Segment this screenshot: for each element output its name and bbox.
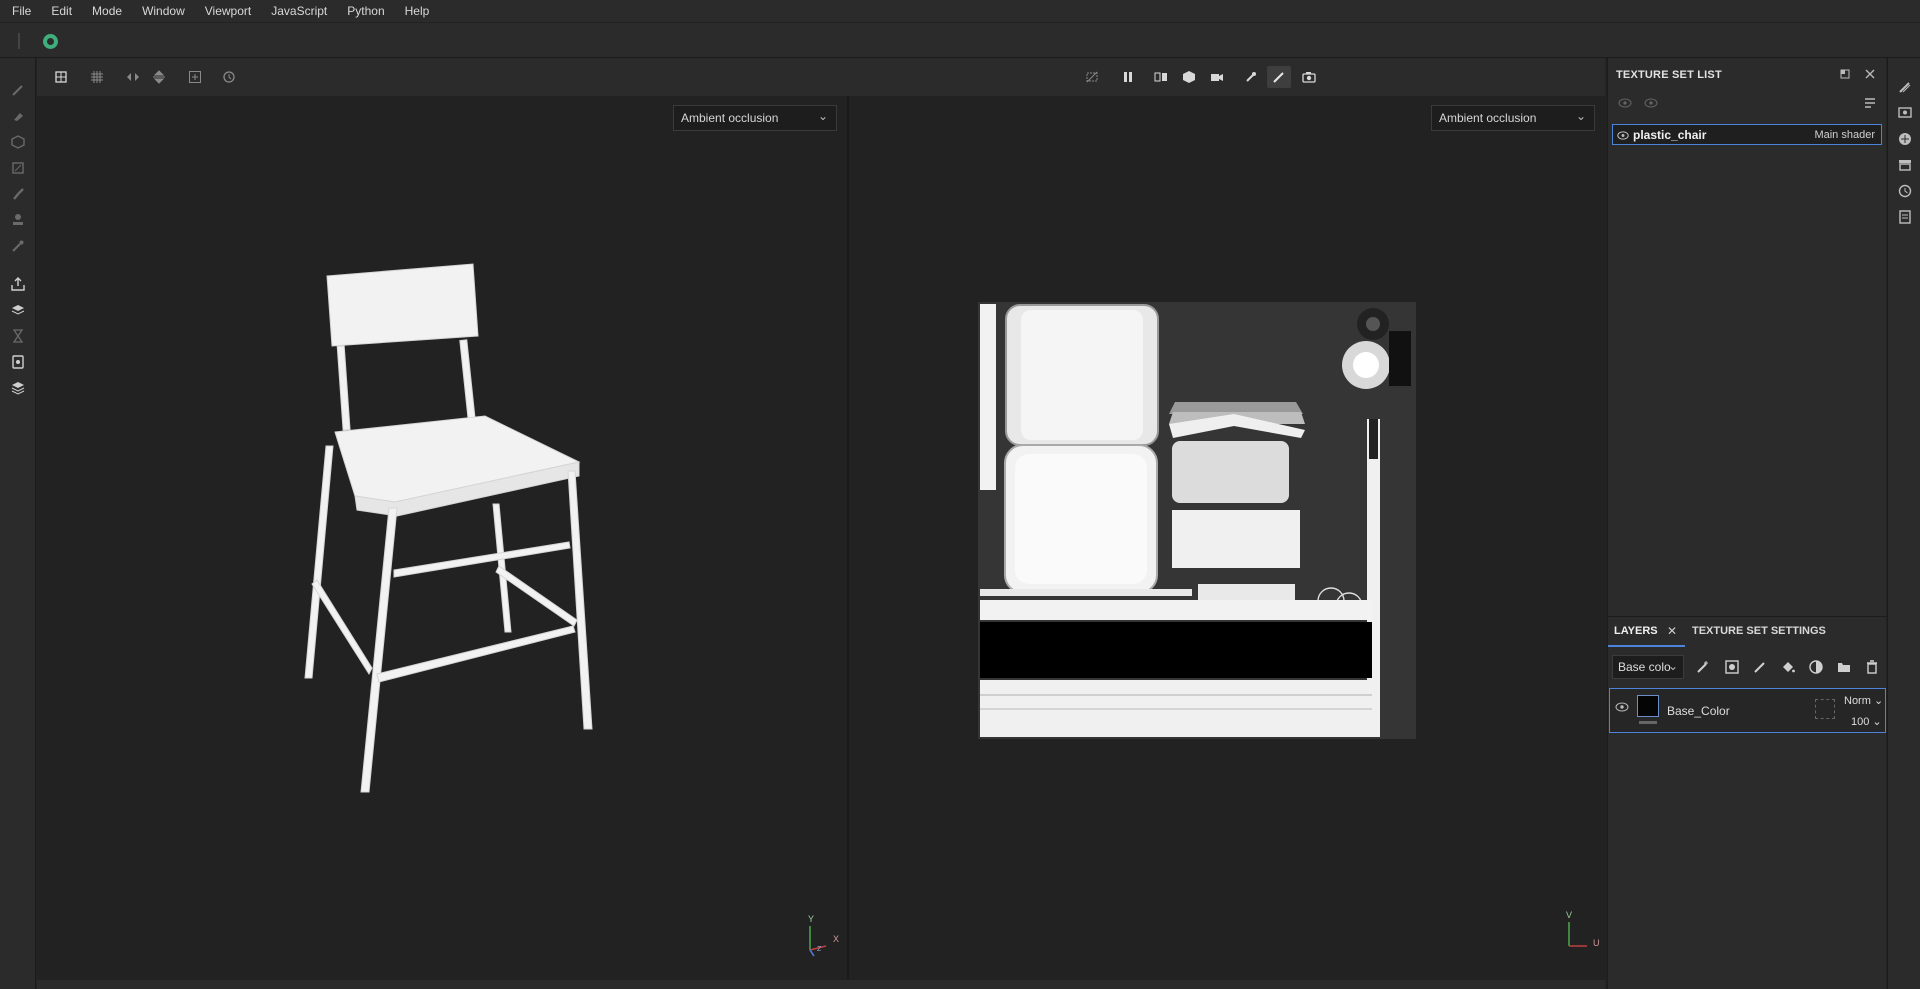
menu-python[interactable]: Python [341, 4, 398, 18]
hide-eye-icon[interactable] [1617, 95, 1633, 111]
hourglass-icon[interactable] [8, 326, 28, 346]
environment-icon[interactable] [1896, 130, 1914, 148]
layer-channel-value: Base colo [1618, 660, 1671, 674]
log-icon[interactable] [1896, 208, 1914, 226]
active-tab-indicator [1608, 645, 1685, 647]
display-settings-icon[interactable] [1896, 104, 1914, 122]
add-smart-material-icon[interactable] [1805, 657, 1827, 677]
menu-window[interactable]: Window [136, 4, 199, 18]
chair-3d-model [304, 263, 593, 793]
history-panel-icon[interactable] [1896, 182, 1914, 200]
channel-dropdown-2d[interactable]: Ambient occlusion ⌄ [1431, 105, 1595, 131]
close-panel-icon[interactable] [1862, 66, 1878, 82]
chevron-down-icon: ⌄ [1667, 659, 1678, 673]
toolbar-grip[interactable] [18, 33, 20, 49]
chevron-down-icon: ⌄ [817, 109, 828, 123]
texture-set-list-panel: TEXTURE SET LIST plastic_chair Main shad… [1607, 58, 1887, 989]
add-mask-icon[interactable] [1721, 657, 1743, 677]
list-settings-icon[interactable] [1862, 95, 1878, 111]
pause-icon[interactable] [1116, 66, 1140, 88]
close-tab-icon[interactable]: ✕ [1667, 624, 1677, 638]
viewport-3d[interactable]: Ambient occlusion ⌄ Y X Z [37, 96, 847, 982]
channel-dropdown-3d-value: Ambient occlusion [681, 111, 779, 125]
export-icon[interactable] [8, 274, 28, 294]
menu-edit[interactable]: Edit [45, 4, 86, 18]
delete-layer-icon[interactable] [1861, 657, 1883, 677]
add-fill-layer-icon[interactable] [1777, 657, 1799, 677]
symmetry-y-icon[interactable] [147, 66, 171, 88]
show-eye-icon[interactable] [1643, 95, 1659, 111]
select-geometry-icon[interactable] [49, 66, 73, 88]
bake-icon[interactable] [8, 300, 28, 320]
right-icon-strip [1887, 58, 1920, 989]
menu-bar: File Edit Mode Window Viewport JavaScrip… [0, 0, 1920, 22]
status-strip [37, 980, 1605, 989]
eraser-icon[interactable] [8, 106, 28, 126]
panel-title: TEXTURE SET LIST [1616, 69, 1722, 81]
menu-viewport[interactable]: Viewport [199, 4, 265, 18]
layer-opacity[interactable]: 100 ⌄ [1851, 715, 1882, 728]
axis-u-label: U [1593, 938, 1600, 948]
shelf-icon[interactable] [1896, 156, 1914, 174]
add-frame-icon[interactable] [183, 66, 207, 88]
layer-mask-slot[interactable] [1815, 699, 1835, 719]
library-icon[interactable] [8, 378, 28, 398]
camera-icon[interactable] [1205, 66, 1229, 88]
tab-layers[interactable]: LAYERS [1614, 625, 1658, 637]
channel-dropdown-3d[interactable]: Ambient occlusion ⌄ [673, 105, 837, 131]
visibility-eye-icon[interactable] [1617, 129, 1629, 143]
history-icon[interactable] [217, 66, 241, 88]
color-picker-icon[interactable] [8, 236, 28, 256]
projection-icon[interactable] [8, 132, 28, 152]
screenshot-icon[interactable] [1297, 66, 1321, 88]
menu-mode[interactable]: Mode [86, 4, 136, 18]
tab-texture-set-settings[interactable]: TEXTURE SET SETTINGS [1692, 625, 1826, 637]
float-panel-icon[interactable] [1837, 66, 1853, 82]
grid-icon[interactable] [85, 66, 109, 88]
add-folder-icon[interactable] [1833, 657, 1855, 677]
polygon-fill-icon[interactable] [8, 158, 28, 178]
axis-z-label: Z [817, 946, 822, 953]
layer-channel-dropdown[interactable]: Base colo ⌄ [1612, 655, 1684, 679]
layer-blend-value: Norm [1844, 695, 1871, 707]
cube-view-icon[interactable] [1177, 66, 1201, 88]
layer-blend-mode[interactable]: Norm ⌄ [1844, 694, 1883, 707]
brush-settings-icon[interactable] [1896, 78, 1914, 96]
app-logo-icon [43, 34, 58, 49]
light-icon[interactable] [1239, 66, 1263, 88]
texture-set-shader[interactable]: Main shader [1814, 129, 1875, 141]
layer-thumbnail[interactable] [1637, 695, 1659, 717]
paint-mode-icon[interactable] [1267, 66, 1291, 88]
texture-set-item[interactable]: plastic_chair Main shader [1612, 124, 1882, 145]
document-settings-icon[interactable] [8, 352, 28, 372]
hide-overlay-icon[interactable] [1080, 66, 1104, 88]
layer-visibility-eye-icon[interactable] [1615, 701, 1629, 715]
left-toolbar [0, 58, 36, 989]
texture-set-name: plastic_chair [1633, 128, 1707, 142]
chevron-down-icon: ⌄ [1575, 109, 1586, 123]
axis-x-label: X [833, 934, 840, 944]
layer-opacity-value: 100 [1851, 716, 1870, 728]
menu-javascript[interactable]: JavaScript [265, 4, 341, 18]
layer-item[interactable]: Base_Color Norm ⌄ 100 ⌄ [1609, 688, 1886, 733]
add-paint-layer-icon[interactable] [1749, 657, 1771, 677]
menu-help[interactable]: Help [399, 4, 444, 18]
layer-name[interactable]: Base_Color [1667, 704, 1730, 718]
viewport-toolbar [37, 58, 1605, 96]
symmetry-x-icon[interactable] [121, 66, 145, 88]
menu-file[interactable]: File [6, 4, 45, 18]
paint-brush-icon[interactable] [8, 80, 28, 100]
layers-panel: LAYERS ✕ TEXTURE SET SETTINGS Base colo … [1608, 616, 1887, 989]
channel-dropdown-2d-value: Ambient occlusion [1439, 111, 1537, 125]
smudge-icon[interactable] [8, 184, 28, 204]
axis-v-label: V [1566, 910, 1573, 920]
axis-y-label: Y [808, 914, 815, 924]
viewport-2d[interactable]: Ambient occlusion ⌄ V U [849, 96, 1605, 982]
add-effect-icon[interactable] [1692, 657, 1714, 677]
split-view-icon[interactable] [1149, 66, 1173, 88]
clone-stamp-icon[interactable] [8, 210, 28, 230]
layer-thumbnail-bar [1639, 721, 1657, 724]
uv-texture-map [978, 302, 1416, 739]
context-toolbar [0, 22, 1920, 58]
